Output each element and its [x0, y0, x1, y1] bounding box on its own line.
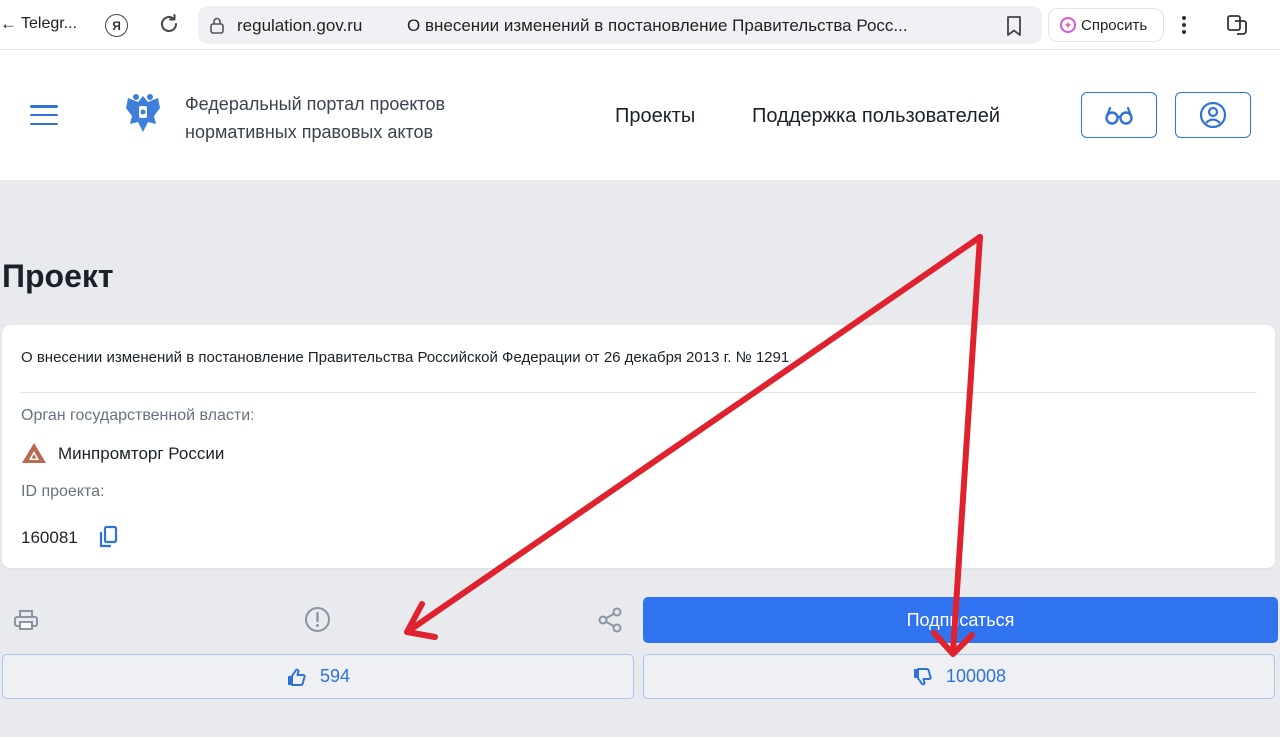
- thumbs-down-icon: [913, 667, 932, 685]
- vision-icon: [1105, 106, 1133, 125]
- yandex-icon[interactable]: Я: [105, 14, 128, 37]
- document-title: О внесении изменений в постановление Пра…: [21, 349, 790, 366]
- url-page-title: О внесении изменений в постановление Пра…: [407, 16, 908, 35]
- vision-mode-button[interactable]: [1081, 92, 1157, 138]
- print-icon[interactable]: [13, 608, 39, 632]
- more-icon[interactable]: [1174, 12, 1194, 38]
- alice-icon: [1060, 17, 1076, 33]
- lock-icon: [210, 17, 224, 34]
- browser-toolbar: ← Telegr... Я regulation.gov.ru О внесен…: [0, 0, 1280, 50]
- nav-support[interactable]: Поддержка пользователей: [752, 105, 1000, 128]
- user-icon: [1199, 101, 1227, 129]
- project-id-label: ID проекта:: [21, 483, 105, 500]
- authority-name[interactable]: Минпромторг России: [58, 444, 224, 464]
- annotation-arrowhead-left: [404, 601, 438, 640]
- back-tab-label: Telegr...: [21, 15, 78, 32]
- ask-alice-button[interactable]: Спросить: [1048, 8, 1164, 42]
- extension-icon[interactable]: [1225, 13, 1249, 37]
- ministry-logo-icon: [22, 443, 46, 463]
- page-title: Проект: [2, 258, 114, 294]
- bookmark-icon[interactable]: [1004, 15, 1024, 37]
- reload-icon[interactable]: [157, 12, 181, 36]
- thumbs-up-icon: [287, 668, 306, 686]
- copy-icon[interactable]: [97, 525, 119, 549]
- emblem-icon[interactable]: [118, 88, 168, 138]
- nav-projects[interactable]: Проекты: [615, 105, 695, 128]
- url-domain: regulation.gov.ru: [237, 16, 363, 35]
- likes-count: 594: [319, 666, 351, 686]
- address-bar[interactable]: regulation.gov.ru О внесении изменений в…: [198, 6, 1042, 44]
- project-id-value: 160081: [21, 528, 78, 547]
- login-button[interactable]: [1175, 92, 1251, 138]
- portal-name-line1: Федеральный портал проектов: [185, 94, 446, 114]
- project-card: О внесении изменений в постановление Пра…: [2, 325, 1275, 568]
- back-arrow-icon[interactable]: ←: [0, 14, 17, 34]
- warning-icon[interactable]: [304, 606, 331, 633]
- portal-name[interactable]: Федеральный портал проектов нормативных …: [185, 90, 505, 146]
- ask-label: Спросить: [1081, 16, 1148, 34]
- share-icon[interactable]: [597, 607, 623, 633]
- dislike-button[interactable]: 100008: [643, 654, 1275, 699]
- menu-icon[interactable]: [30, 105, 58, 125]
- site-header: Федеральный портал проектов нормативных …: [0, 50, 1280, 180]
- subscribe-button[interactable]: Подписаться: [643, 597, 1278, 643]
- back-tab[interactable]: ← Telegr...: [0, 14, 77, 34]
- authority-label: Орган государственной власти:: [21, 407, 255, 424]
- divider: [21, 392, 1257, 393]
- dislikes-count: 100008: [945, 666, 1007, 686]
- portal-name-line2: нормативных правовых актов: [185, 122, 434, 142]
- like-button[interactable]: 594: [2, 654, 634, 699]
